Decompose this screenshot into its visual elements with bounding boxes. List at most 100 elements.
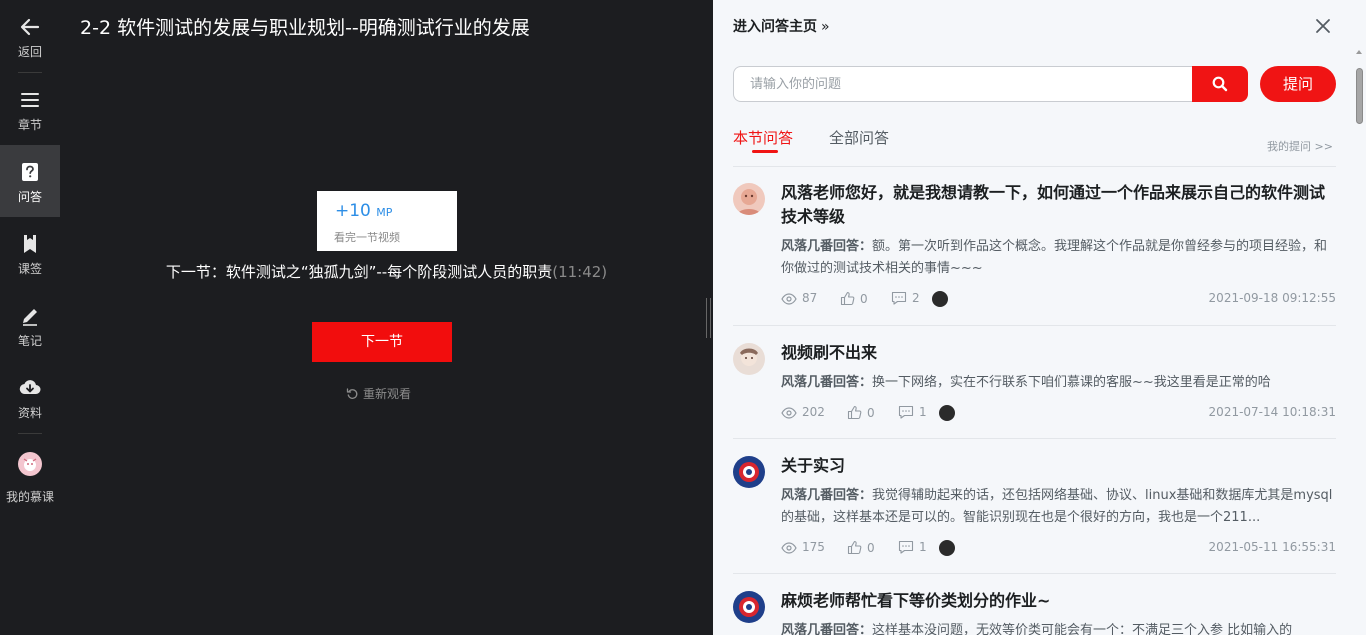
tab-all-qa[interactable]: 全部问答 <box>829 127 889 148</box>
sidebar-item-label: 章节 <box>17 118 42 132</box>
sidebar-item-qa[interactable]: 问答 <box>0 145 60 217</box>
question-search-box <box>733 66 1192 102</box>
comment-count[interactable]: 2 <box>891 291 920 305</box>
list-item[interactable]: 麻烦老师帮忙看下等价类划分的作业~ 风落几番回答：这样基本没问题，无效等价类可能… <box>733 591 1336 635</box>
comment-count[interactable]: 1 <box>898 405 927 419</box>
sidebar-item-materials[interactable]: 资料 <box>0 361 60 433</box>
answer-text: 风落几番回答：换一下网络，实在不行联系下咱们慕课的客服~~我这里看是正常的哈 <box>781 372 1336 394</box>
panel-resize-handle[interactable] <box>706 298 712 338</box>
answerer-avatar <box>939 405 955 421</box>
search-button[interactable] <box>1192 66 1248 102</box>
answerer-label: 风落几番回答： <box>781 239 873 254</box>
timestamp: 2021-07-14 10:18:31 <box>1208 405 1336 419</box>
answer-body: 换一下网络，实在不行联系下咱们慕课的客服~~我这里看是正常的哈 <box>872 375 1271 390</box>
nav-divider <box>18 433 42 434</box>
answer-text: 风落几番回答：额。第一次听到作品这个概念。我理解这个作品就是你曾经参与的项目经验… <box>781 236 1336 280</box>
search-icon <box>1212 76 1228 92</box>
like-count[interactable]: 0 <box>847 540 875 555</box>
answerer-avatar <box>939 540 955 556</box>
qa-home-label: 进入问答主页 <box>733 19 817 35</box>
double-chevron-icon: » <box>821 19 830 35</box>
sidebar-item-label: 笔记 <box>17 334 42 348</box>
ask-question-button[interactable]: 提问 <box>1260 66 1336 102</box>
avatar <box>733 591 765 623</box>
back-button[interactable]: 返回 <box>0 0 60 72</box>
next-lesson-info: 下一节：软件测试之“独孤九剑”--每个阶段测试人员的职责(11:42) <box>60 261 713 282</box>
sidebar-item-label: 课签 <box>17 262 42 276</box>
like-count-value: 0 <box>867 541 875 555</box>
comment-count-value: 1 <box>919 540 927 554</box>
avatar <box>733 343 765 375</box>
active-tab-indicator <box>752 150 778 153</box>
sidebar-item-my-mooc[interactable]: 我的慕课 <box>0 440 60 520</box>
thumbs-up-icon <box>847 405 862 420</box>
item-divider <box>733 325 1336 326</box>
like-count-value: 0 <box>867 406 875 420</box>
sidebar-item-label: 资料 <box>17 406 42 420</box>
close-icon[interactable] <box>1313 16 1333 36</box>
eye-icon <box>781 293 797 305</box>
scroll-up-arrow[interactable] <box>1356 50 1362 54</box>
back-arrow-icon <box>20 18 40 36</box>
view-count: 87 <box>781 291 817 305</box>
mp-reward-value: +10 MP <box>335 201 392 221</box>
like-count[interactable]: 0 <box>840 291 868 306</box>
list-item[interactable]: 关于实习 风落几番回答：我觉得辅助起来的话，还包括网络基础、协议、linux基础… <box>733 456 1336 574</box>
like-count[interactable]: 0 <box>847 405 875 420</box>
thumbs-up-icon <box>847 540 862 555</box>
video-player: 2-2 软件测试的发展与职业规划--明确测试行业的发展 +10 MP 看完一节视… <box>60 0 713 635</box>
comment-icon <box>898 540 914 554</box>
bookmark-icon <box>24 235 36 253</box>
qa-scrollbar[interactable] <box>1355 50 1363 630</box>
question-meta: 202 0 1 2021-07-14 10:18:31 <box>781 405 1336 423</box>
view-count: 202 <box>781 405 825 419</box>
list-item[interactable]: 视频刷不出来 风落几番回答：换一下网络，实在不行联系下咱们慕课的客服~~我这里看… <box>733 343 1336 439</box>
next-lesson-button[interactable]: 下一节 <box>312 322 452 362</box>
answer-text: 风落几番回答：这样基本没问题，无效等价类可能会有一个：不满足三个入参 比如输入的 <box>781 620 1336 635</box>
menu-lines-icon <box>21 93 39 107</box>
question-title[interactable]: 麻烦老师帮忙看下等价类划分的作业~ <box>781 589 1336 613</box>
list-item[interactable]: 风落老师您好，就是我想请教一下，如何通过一个作品来展示自己的软件测试技术等级 风… <box>733 183 1336 326</box>
tabs-divider <box>733 166 1336 167</box>
comment-icon <box>898 405 914 419</box>
item-divider <box>733 438 1336 439</box>
timestamp: 2021-05-11 16:55:31 <box>1208 540 1336 554</box>
sidebar-item-notes[interactable]: 笔记 <box>0 289 60 361</box>
question-title[interactable]: 视频刷不出来 <box>781 341 1336 365</box>
view-count: 175 <box>781 540 825 554</box>
answerer-label: 风落几番回答： <box>781 623 873 635</box>
pencil-icon <box>23 309 37 326</box>
item-divider <box>733 573 1336 574</box>
next-lesson-duration: (11:42) <box>552 263 608 281</box>
sidebar-item-chapters[interactable]: 章节 <box>0 73 60 145</box>
question-icon <box>22 163 38 181</box>
rewatch-label: 重新观看 <box>363 387 412 401</box>
answer-body: 这样基本没问题，无效等价类可能会有一个：不满足三个入参 比如输入的 <box>872 623 1293 635</box>
comment-count[interactable]: 1 <box>898 540 927 554</box>
scroll-thumb[interactable] <box>1356 68 1363 124</box>
sidebar-item-bookmarks[interactable]: 课签 <box>0 217 60 289</box>
question-title[interactable]: 关于实习 <box>781 454 1336 478</box>
answerer-label: 风落几番回答： <box>781 375 873 390</box>
like-count-value: 0 <box>860 292 868 306</box>
rewatch-button[interactable]: 重新观看 <box>346 385 411 402</box>
qa-panel: 进入问答主页» 提问 本节问答 全部问答 我的提问 >> 风落老师您好，就是我想… <box>713 0 1366 635</box>
my-questions-link[interactable]: 我的提问 >> <box>1267 138 1333 154</box>
sidebar: 返回 章节 问答 课签 笔记 资料 我的慕课 <box>0 0 60 635</box>
eye-icon <box>781 407 797 419</box>
question-search-input[interactable] <box>750 75 1170 93</box>
page-title: 2-2 软件测试的发展与职业规划--明确测试行业的发展 <box>80 17 530 39</box>
comment-count-value: 2 <box>912 291 920 305</box>
back-label: 返回 <box>17 45 42 59</box>
question-title[interactable]: 风落老师您好，就是我想请教一下，如何通过一个作品来展示自己的软件测试技术等级 <box>781 181 1336 229</box>
question-meta: 87 0 2 2021-09-18 09:12:55 <box>781 291 1336 309</box>
view-count-value: 87 <box>802 291 818 305</box>
mp-unit: MP <box>376 206 393 219</box>
sidebar-item-label: 我的慕课 <box>5 490 54 504</box>
eye-icon <box>781 542 797 554</box>
sidebar-item-label: 问答 <box>17 190 42 204</box>
question-meta: 175 0 1 2021-05-11 16:55:31 <box>781 540 1336 558</box>
tab-section-qa[interactable]: 本节问答 <box>733 127 793 148</box>
timestamp: 2021-09-18 09:12:55 <box>1208 291 1336 305</box>
qa-home-link[interactable]: 进入问答主页» <box>733 16 830 36</box>
